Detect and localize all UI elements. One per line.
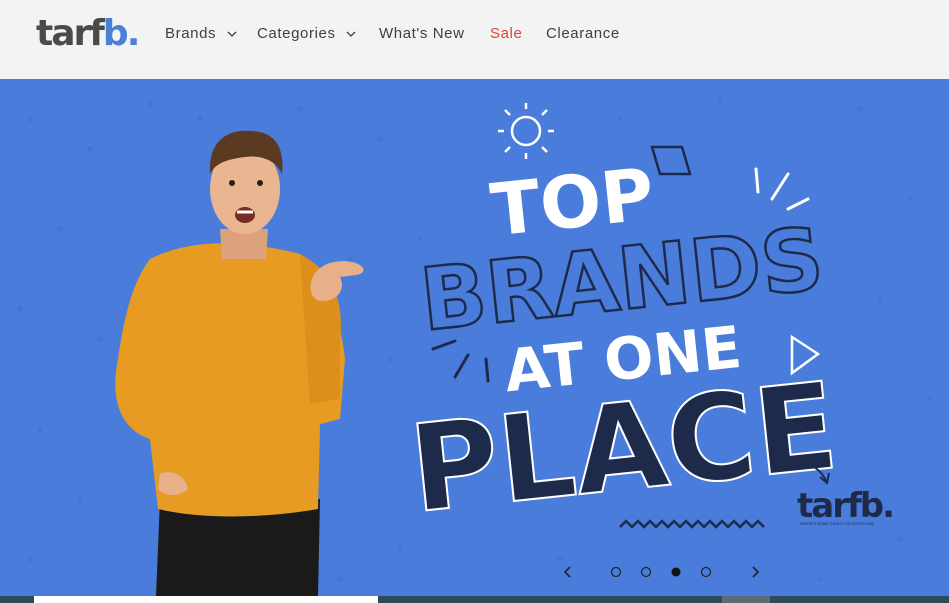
hero-artwork: TOP BRANDS AT ONE PLACE tarfb. THERE'S S… — [17, 96, 933, 596]
site-logo[interactable]: tarfb. — [36, 13, 140, 54]
chevron-down-icon — [227, 31, 237, 37]
brand-tagline: THERE'S SOMETHING FOR EVERYONE — [799, 521, 874, 526]
logo-text-primary: tarf — [36, 13, 105, 54]
carousel-dot-4 — [700, 566, 712, 578]
nav-item-clearance[interactable]: Clearance — [546, 24, 620, 44]
hero-headline: TOP BRANDS AT ONE PLACE — [403, 152, 845, 541]
model-person — [115, 130, 364, 596]
headline-line-4: PLACE — [404, 357, 844, 540]
nav-item-label: Categories — [257, 25, 336, 42]
carousel-next-icon — [752, 566, 760, 578]
brand-mark: tarfb. — [797, 486, 893, 526]
nav-item-categories[interactable]: Categories — [257, 24, 356, 44]
squiggle-line — [619, 519, 765, 529]
nav-item-label: What's New — [379, 25, 465, 42]
nav-item-label: Brands — [165, 25, 217, 42]
logo-text-accent: b. — [102, 13, 140, 54]
carousel-prev-icon — [563, 566, 571, 578]
carousel-dot-3 — [671, 567, 681, 577]
nav-item-whats-new[interactable]: What's New — [379, 24, 465, 44]
spark-lines — [754, 167, 810, 211]
nav-item-label: Sale — [490, 25, 523, 42]
chevron-down-icon — [346, 31, 356, 37]
carousel-dot-1 — [610, 566, 622, 578]
sun-icon — [498, 103, 554, 159]
next-section-card — [34, 596, 378, 603]
nav-item-brands[interactable]: Brands — [165, 24, 237, 44]
nav-item-sale[interactable]: Sale — [490, 24, 522, 44]
parallelogram-shape — [650, 145, 692, 176]
hero-banner[interactable]: TOP BRANDS AT ONE PLACE tarfb. THERE'S S… — [0, 79, 949, 596]
next-section-block — [722, 596, 770, 603]
site-header: tarfb. Brands Categories What's New Sale… — [0, 0, 949, 79]
nav-item-label: Clearance — [546, 25, 620, 42]
carousel-dot-2 — [640, 566, 652, 578]
carousel-controls — [563, 566, 760, 578]
